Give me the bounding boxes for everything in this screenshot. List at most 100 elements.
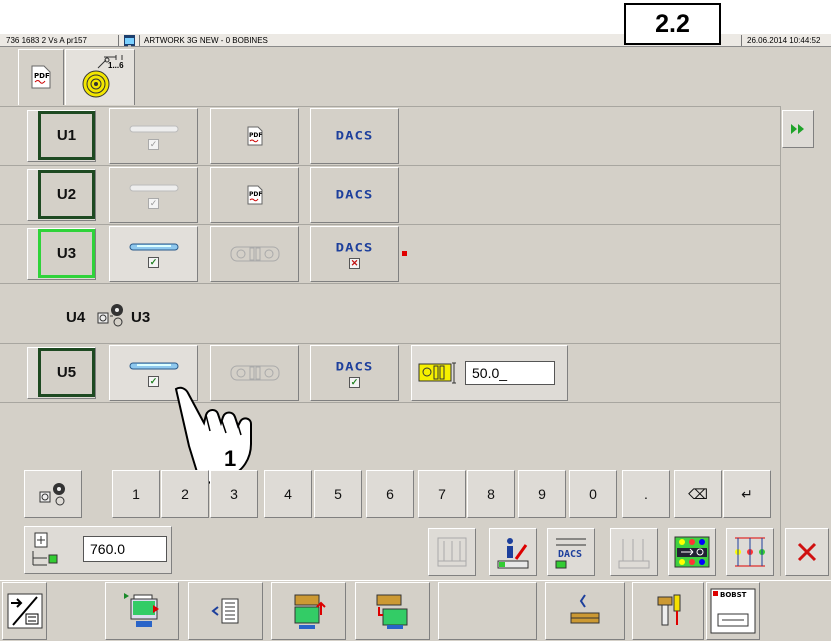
pdf-u2-button[interactable]: PDF (210, 167, 299, 223)
job-list-button[interactable] (188, 582, 263, 640)
unit-u1-label: U1 (56, 127, 77, 144)
row-separator (0, 106, 780, 107)
job-list-icon (210, 598, 238, 624)
dacs-u3-button[interactable]: DACS ✕ (310, 226, 399, 282)
width-input[interactable]: 760.0 (83, 536, 167, 562)
reel-icon (39, 483, 65, 506)
dacs-u5-label: DACS (335, 359, 374, 374)
shaft-u1-button[interactable]: ✓ (109, 108, 198, 164)
key-4[interactable]: 4 (264, 470, 312, 518)
key-8[interactable]: 8 (467, 470, 515, 518)
sleeve-icon (230, 365, 279, 381)
shaft-icon (129, 125, 178, 132)
dacs-u1-label: DACS (335, 129, 374, 143)
tools-icon (657, 594, 681, 626)
key-enter[interactable]: ↵ (723, 470, 771, 518)
empty-function-slot (438, 582, 537, 640)
dacs-u2-label: DACS (335, 188, 374, 202)
download-icon (376, 594, 407, 629)
unit-u2-button[interactable]: U2 (38, 170, 95, 219)
shaft-u2-checkbox[interactable]: ✓ (148, 197, 159, 209)
tools-button[interactable] (632, 582, 704, 640)
upload-button[interactable] (271, 582, 346, 640)
dacs-u3-label: DACS (335, 240, 374, 255)
svg-text:PDF: PDF (249, 132, 262, 139)
unit-u2-label: U2 (56, 186, 77, 203)
key-decimal[interactable]: . (622, 470, 670, 518)
dacs-sequence-button[interactable]: DACS (547, 528, 595, 576)
shaft-u3-button[interactable]: ✓ (109, 226, 198, 282)
u3-target-label: U3 (131, 309, 151, 326)
upload-icon (294, 594, 326, 629)
unit-u3-button[interactable]: U3 (38, 229, 95, 278)
bobst-button[interactable]: BOBST (706, 582, 760, 640)
shaft-icon (129, 243, 178, 250)
unit-u5-label: U5 (56, 364, 77, 381)
row-separator (0, 343, 780, 344)
artwork-name: ARTWORK 3G NEW - 0 BOBINES (144, 36, 268, 45)
job-number: 736 1683 2 Vs A pr157 (6, 36, 87, 45)
svg-text:BOBST: BOBST (720, 591, 747, 599)
key-3[interactable]: 3 (210, 470, 258, 518)
sheet-id-badge: 2.2 (624, 3, 721, 45)
key-backspace[interactable]: ⌫ (674, 470, 722, 518)
unit-u5-button[interactable]: U5 (38, 348, 95, 397)
svg-text:PDF: PDF (34, 72, 50, 80)
job-pages-icon (124, 593, 159, 627)
pdf-icon: PDF (247, 185, 262, 205)
separator (118, 35, 119, 46)
register-disabled-button (610, 528, 658, 576)
tab-pdf[interactable]: PDF (18, 49, 64, 105)
width-icon (32, 532, 58, 566)
close-button[interactable] (785, 528, 829, 576)
exit-button[interactable] (2, 582, 47, 640)
key-7[interactable]: 7 (418, 470, 466, 518)
datetime: 26.06.2014 10:44:52 (747, 36, 821, 45)
reel-mode-button[interactable] (24, 470, 82, 518)
pdf-icon: PDF (247, 126, 262, 146)
pdf-u1-button[interactable]: PDF (210, 108, 299, 164)
unit-u1-button[interactable]: U1 (38, 111, 95, 160)
dacs-u5-button[interactable]: DACS ✓ (310, 345, 399, 401)
monitor-icon (124, 35, 135, 47)
dacs-u3-error-checkbox[interactable]: ✕ (349, 257, 360, 269)
download-button[interactable] (355, 582, 430, 640)
color-sequence-button[interactable] (668, 528, 716, 576)
dacs-u2-button[interactable]: DACS (310, 167, 399, 223)
layout-disabled-button (428, 528, 476, 576)
exit-icon (7, 593, 42, 629)
info-dacs-button[interactable] (489, 528, 537, 576)
machine-view-icon (570, 594, 600, 624)
shaft-u3-checkbox[interactable]: ✓ (148, 256, 159, 268)
shaft-icon (129, 362, 178, 369)
reel-transfer-icon (97, 304, 123, 327)
color-spacing-button[interactable] (726, 528, 774, 576)
svg-text:DACS: DACS (558, 549, 582, 560)
sleeve-u3-button[interactable] (210, 226, 299, 282)
key-2[interactable]: 2 (161, 470, 209, 518)
key-6[interactable]: 6 (366, 470, 414, 518)
job-pages-button[interactable] (105, 582, 179, 640)
shaft-u5-checkbox[interactable]: ✓ (148, 375, 159, 387)
key-0[interactable]: 0 (569, 470, 617, 518)
sleeve-highlight-icon (418, 362, 456, 384)
row-separator (0, 224, 780, 225)
separator (741, 35, 742, 46)
tab-reel-sequence[interactable]: 1...6 (65, 49, 135, 105)
register-icon (618, 539, 650, 569)
dacs-u1-button[interactable]: DACS (310, 108, 399, 164)
shaft-u2-button[interactable]: ✓ (109, 167, 198, 223)
unit-u3-label: U3 (56, 245, 77, 262)
shaft-u1-checkbox[interactable]: ✓ (148, 138, 159, 150)
svg-text:PDF: PDF (249, 191, 262, 198)
row-separator (0, 283, 780, 284)
info-dacs-icon (497, 538, 529, 569)
fast-forward-button[interactable] (782, 110, 814, 148)
key-5[interactable]: 5 (314, 470, 362, 518)
key-9[interactable]: 9 (518, 470, 566, 518)
machine-view-button[interactable] (545, 582, 625, 640)
dacs-u5-checkbox[interactable]: ✓ (349, 376, 360, 388)
key-1[interactable]: 1 (112, 470, 160, 518)
layout-icon (437, 537, 467, 567)
sleeve-width-input[interactable]: 50.0_ (465, 361, 555, 385)
